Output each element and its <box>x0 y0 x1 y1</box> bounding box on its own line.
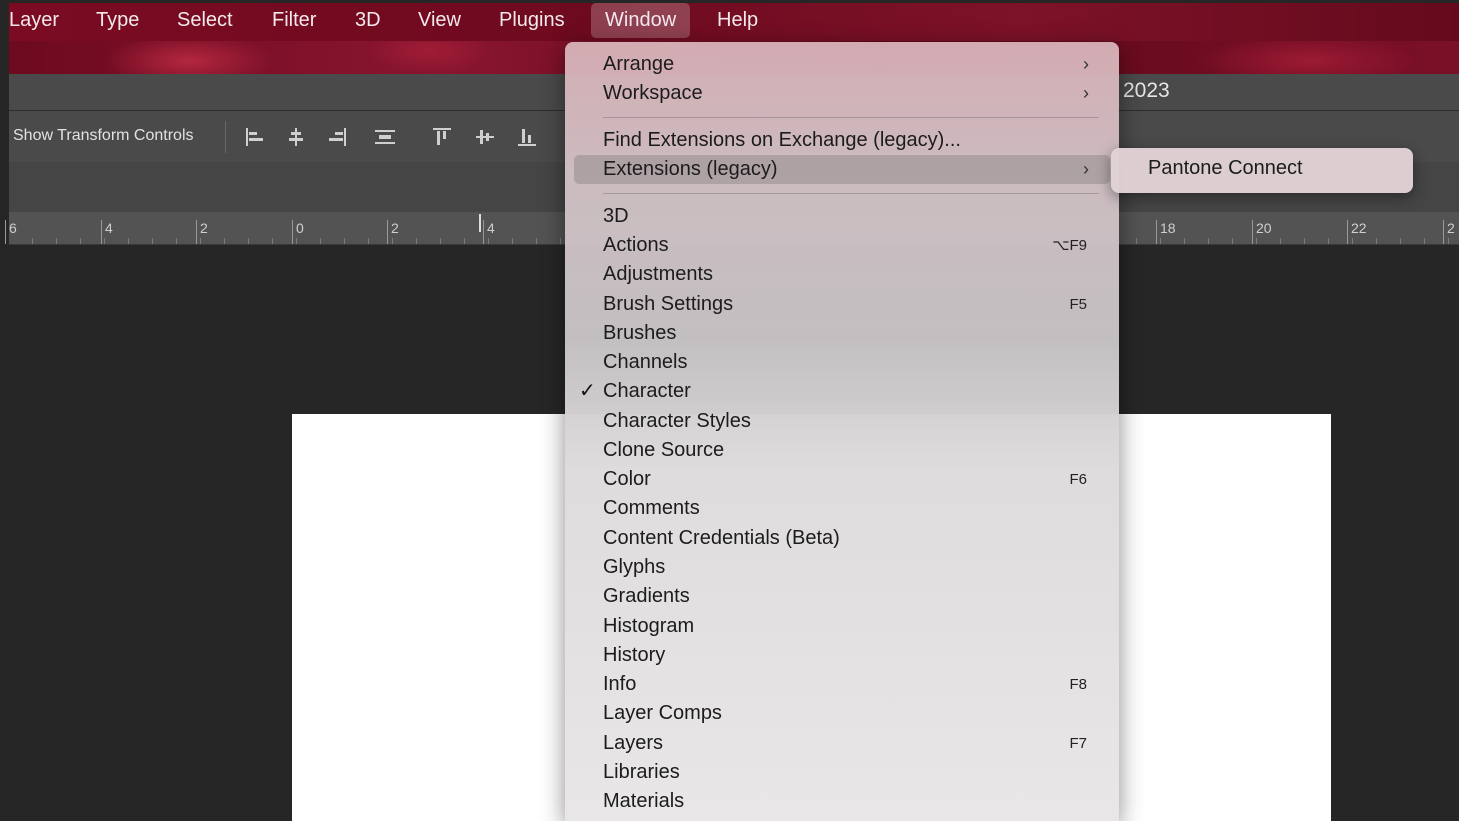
menu-view[interactable]: View <box>418 3 461 38</box>
menu-item-label: 3D <box>603 205 629 227</box>
menu-item-label: Content Credentials (Beta) <box>603 527 840 549</box>
menu-select[interactable]: Select <box>177 3 233 38</box>
menu-item-label: Brush Settings <box>603 293 734 315</box>
menu-item-channels[interactable]: Channels <box>565 348 1119 377</box>
extensions-submenu: Pantone Connect <box>1111 148 1413 193</box>
menu-item-brushes[interactable]: Brushes <box>565 319 1119 348</box>
menu-item-history[interactable]: History <box>565 641 1119 670</box>
submenu-item-pantone-connect[interactable]: Pantone Connect <box>1148 157 1303 180</box>
align-top-edges-icon[interactable] <box>430 125 454 149</box>
document-title: 2023 <box>1123 79 1170 102</box>
menu-item-label: Extensions (legacy) <box>603 158 778 180</box>
menu-item-comments[interactable]: Comments <box>565 494 1119 523</box>
ruler-tick: 18 <box>1156 220 1176 244</box>
align-horizontal-centers-icon[interactable] <box>284 125 308 149</box>
ruler-tick: 2 <box>387 220 399 244</box>
ruler-tick: 2 <box>1443 220 1455 244</box>
align-right-edges-icon[interactable] <box>325 125 349 149</box>
menu-item-arrange[interactable]: Arrange › <box>565 50 1119 79</box>
menu-item-label: History <box>603 644 666 666</box>
chevron-right-icon: › <box>1083 159 1089 179</box>
chevron-right-icon: › <box>1083 54 1089 74</box>
menu-item-character[interactable]: ✓ Character <box>565 377 1119 406</box>
menu-3d[interactable]: 3D <box>355 3 381 38</box>
ruler-tick: 6 <box>5 220 17 244</box>
ruler-cursor-marker <box>479 214 481 232</box>
menu-item-label: Find Extensions on Exchange (legacy)... <box>603 129 961 151</box>
menu-separator <box>603 193 1099 194</box>
menu-item-label: Character Styles <box>603 410 751 432</box>
ruler-tick: 4 <box>483 220 495 244</box>
show-transform-controls-checkbox[interactable]: Show Transform Controls <box>13 127 194 145</box>
ruler-tick: 22 <box>1347 220 1367 244</box>
ruler-tick: 0 <box>292 220 304 244</box>
menu-item-color[interactable]: Color F6 <box>565 465 1119 494</box>
ruler-tick: 4 <box>101 220 113 244</box>
menu-filter[interactable]: Filter <box>272 3 316 38</box>
menu-item-layer-comps[interactable]: Layer Comps <box>565 699 1119 728</box>
align-left-edges-icon[interactable] <box>243 125 267 149</box>
menu-item-label: Actions <box>603 234 669 256</box>
menu-item-histogram[interactable]: Histogram <box>565 612 1119 641</box>
menu-item-layers[interactable]: Layers F7 <box>565 729 1119 758</box>
menu-item-glyphs[interactable]: Glyphs <box>565 553 1119 582</box>
menu-item-find-extensions[interactable]: Find Extensions on Exchange (legacy)... <box>565 126 1119 155</box>
shortcut-label: F8 <box>1069 676 1087 693</box>
align-vertical-centers-icon[interactable] <box>473 125 497 149</box>
menu-item-materials[interactable]: Materials <box>565 787 1119 816</box>
menu-type[interactable]: Type <box>96 3 139 38</box>
align-bottom-edges-icon[interactable] <box>515 125 539 149</box>
menu-item-brush-settings[interactable]: Brush Settings F5 <box>565 290 1119 319</box>
menu-item-extensions-legacy[interactable]: Extensions (legacy) › <box>565 155 1119 184</box>
menu-item-workspace[interactable]: Workspace › <box>565 79 1119 108</box>
menu-item-clone-source[interactable]: Clone Source <box>565 436 1119 465</box>
menu-item-label: Info <box>603 673 637 695</box>
menu-item-3d[interactable]: 3D <box>565 202 1119 231</box>
menu-item-label: Channels <box>603 351 688 373</box>
menu-item-content-credentials[interactable]: Content Credentials (Beta) <box>565 524 1119 553</box>
shortcut-label: F6 <box>1069 471 1087 488</box>
menu-item-label: Brushes <box>603 322 677 344</box>
menu-bar: Layer Type Select Filter 3D View Plugins… <box>9 3 1459 41</box>
shortcut-label: ⌥F9 <box>1052 237 1087 254</box>
menu-help[interactable]: Help <box>717 3 758 38</box>
shortcut-label: F5 <box>1069 296 1087 313</box>
menu-item-label: Materials <box>603 790 685 812</box>
menu-item-label: Adjustments <box>603 263 714 285</box>
ruler-tick: 2 <box>196 220 208 244</box>
menu-item-actions[interactable]: Actions ⌥F9 <box>565 231 1119 260</box>
menu-separator <box>603 117 1099 118</box>
menu-item-label: Glyphs <box>603 556 666 578</box>
menu-item-label: Comments <box>603 497 700 519</box>
options-separator <box>225 121 226 153</box>
menu-window[interactable]: Window <box>591 3 691 38</box>
menu-item-label: Layers <box>603 732 664 754</box>
window-menu-dropdown: Arrange › Workspace › Find Extensions on… <box>565 42 1119 821</box>
menu-item-adjustments[interactable]: Adjustments <box>565 260 1119 289</box>
distribute-horizontal-icon[interactable] <box>373 125 397 149</box>
menu-layer[interactable]: Layer <box>9 3 59 38</box>
menu-item-label: Arrange <box>603 53 675 75</box>
menu-item-gradients[interactable]: Gradients <box>565 582 1119 611</box>
menu-item-label: Libraries <box>603 761 680 783</box>
menu-item-label: Layer Comps <box>603 702 722 724</box>
checkmark-icon: ✓ <box>579 380 596 402</box>
menu-item-label: Histogram <box>603 615 695 637</box>
menu-item-character-styles[interactable]: Character Styles <box>565 407 1119 436</box>
chevron-right-icon: › <box>1083 83 1089 103</box>
shortcut-label: F7 <box>1069 735 1087 752</box>
ruler-tick: 20 <box>1252 220 1272 244</box>
menu-item-label: Gradients <box>603 585 690 607</box>
menu-plugins[interactable]: Plugins <box>499 3 565 38</box>
menu-item-libraries[interactable]: Libraries <box>565 758 1119 787</box>
menu-item-label: Color <box>603 468 651 490</box>
menu-item-label: Clone Source <box>603 439 725 461</box>
menu-item-label: Character <box>603 380 691 402</box>
menu-item-label: Workspace <box>603 82 703 104</box>
menu-item-info[interactable]: Info F8 <box>565 670 1119 699</box>
